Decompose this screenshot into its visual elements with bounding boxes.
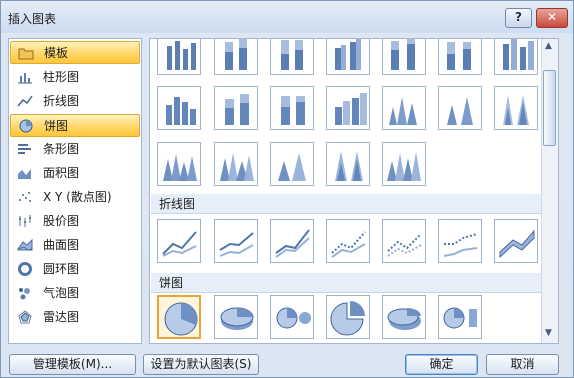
sidebar-item-radar[interactable]: 雷达图 — [10, 306, 140, 329]
close-button[interactable]: ✕ — [536, 8, 568, 28]
sidebar-item-bar[interactable]: 条形图 — [10, 138, 140, 161]
scroll-up-arrow-icon[interactable]: ▲ — [545, 41, 555, 53]
sidebar-item-line[interactable]: 折线图 — [10, 90, 140, 113]
scatter-chart-icon — [19, 192, 31, 202]
sidebar-item-label: 折线图 — [43, 94, 80, 108]
chart-thumb-pyramid[interactable] — [214, 142, 258, 186]
gallery-scrollbar[interactable]: ▲ ▼ — [541, 39, 558, 343]
chart-thumb-pyramid[interactable] — [326, 142, 370, 186]
dialog-title: 插入图表 — [8, 12, 57, 26]
manage-templates-button[interactable]: 管理模板(M)... — [9, 354, 136, 375]
sidebar-item-label: 柱形图 — [43, 70, 80, 84]
cancel-button[interactable]: 取消 — [486, 354, 559, 375]
chart-thumb-line[interactable] — [382, 219, 426, 263]
sidebar-item-label: 模板 — [44, 46, 69, 60]
sidebar-item-label: 面积图 — [43, 166, 80, 180]
chart-thumb-cylinder[interactable] — [214, 86, 258, 130]
chart-thumb-line[interactable] — [157, 219, 201, 263]
column-chart-icon — [18, 73, 32, 84]
sidebar-item-label: 圆环图 — [43, 262, 80, 276]
chart-thumb-cylinder[interactable] — [326, 86, 370, 130]
stock-chart-icon — [19, 215, 31, 227]
scroll-down-arrow-icon[interactable]: ▼ — [545, 328, 555, 340]
chart-thumb-column[interactable] — [494, 39, 538, 75]
bar-chart-icon — [18, 144, 31, 154]
chart-thumb-pie[interactable] — [157, 295, 201, 339]
help-button[interactable]: ? — [505, 8, 532, 28]
doughnut-chart-icon — [18, 262, 32, 276]
sidebar-item-label: 雷达图 — [43, 310, 80, 324]
sidebar-item-label: X Y (散点图) — [43, 190, 112, 204]
sidebar-item-label: 饼图 — [44, 119, 69, 133]
chart-thumb-cylinder[interactable] — [157, 86, 201, 130]
chart-thumb-line[interactable] — [326, 219, 370, 263]
chart-thumb-pyramid[interactable] — [382, 142, 426, 186]
chart-type-sidebar: 模板 柱形图 折线图 饼图 条形图 面积图 X Y (散点图) 股价图 曲面图 … — [8, 38, 142, 344]
sidebar-item-stock[interactable]: 股价图 — [10, 210, 140, 233]
sidebar-item-scatter[interactable]: X Y (散点图) — [10, 186, 140, 209]
chart-thumb-column[interactable] — [270, 39, 314, 75]
chart-thumb-cone[interactable] — [157, 142, 201, 186]
sidebar-item-label: 气泡图 — [43, 286, 80, 300]
sidebar-item-surface[interactable]: 曲面图 — [10, 234, 140, 257]
sidebar-item-doughnut[interactable]: 圆环图 — [10, 258, 140, 281]
chart-thumb-line[interactable] — [214, 219, 258, 263]
chart-thumb-line[interactable] — [270, 219, 314, 263]
chart-thumb-3d-line[interactable] — [494, 219, 538, 263]
chart-thumb-3d-pie[interactable] — [214, 295, 258, 339]
chart-thumb-cone[interactable] — [382, 86, 426, 130]
chart-thumb-column[interactable] — [438, 39, 482, 75]
radar-chart-icon — [18, 310, 32, 324]
sidebar-item-templates[interactable]: 模板 — [10, 41, 140, 64]
chart-thumb-cone[interactable] — [438, 86, 482, 130]
insert-chart-dialog: 插入图表 ? ✕ 模板 柱形图 折线图 饼图 条形图 面积图 X Y (散点图)… — [0, 0, 574, 378]
sidebar-item-area[interactable]: 面积图 — [10, 162, 140, 185]
chart-thumb-3d-exploded-pie[interactable] — [382, 295, 426, 339]
chart-thumb-bar-of-pie[interactable] — [438, 295, 482, 339]
chart-thumb-column[interactable] — [382, 39, 426, 75]
pie-chart-icon — [19, 119, 33, 133]
title-bar: 插入图表 ? ✕ — [1, 1, 573, 33]
chart-thumb-column[interactable] — [326, 39, 370, 75]
chart-thumb-exploded-pie[interactable] — [326, 295, 370, 339]
chart-thumb-cone[interactable] — [494, 86, 538, 130]
bubble-chart-icon — [19, 288, 30, 300]
sidebar-item-label: 条形图 — [43, 142, 80, 156]
chart-thumb-column[interactable] — [157, 39, 201, 75]
sidebar-item-column[interactable]: 柱形图 — [10, 66, 140, 89]
section-header-line: 折线图 — [151, 194, 541, 214]
set-default-chart-button[interactable]: 设置为默认图表(S) — [143, 354, 259, 375]
sidebar-item-label: 股价图 — [43, 214, 80, 228]
chart-thumb-line[interactable] — [438, 219, 482, 263]
chart-thumb-column[interactable] — [214, 39, 258, 75]
scroll-thumb[interactable] — [543, 70, 556, 146]
sidebar-item-bubble[interactable]: 气泡图 — [10, 282, 140, 305]
sidebar-item-pie[interactable]: 饼图 — [10, 114, 140, 137]
chart-gallery[interactable]: 折线图 饼图 ▲ ▼ — [149, 38, 559, 344]
section-header-pie: 饼图 — [151, 273, 541, 293]
line-chart-icon — [17, 95, 33, 107]
ok-button[interactable]: 确定 — [405, 354, 478, 375]
chart-thumb-pie-of-pie[interactable] — [270, 295, 314, 339]
folder-icon — [18, 48, 34, 60]
sidebar-item-label: 曲面图 — [43, 238, 80, 252]
area-chart-icon — [18, 169, 31, 179]
surface-chart-icon — [17, 238, 33, 251]
chart-thumb-pyramid[interactable] — [270, 142, 314, 186]
chart-thumb-cylinder[interactable] — [270, 86, 314, 130]
